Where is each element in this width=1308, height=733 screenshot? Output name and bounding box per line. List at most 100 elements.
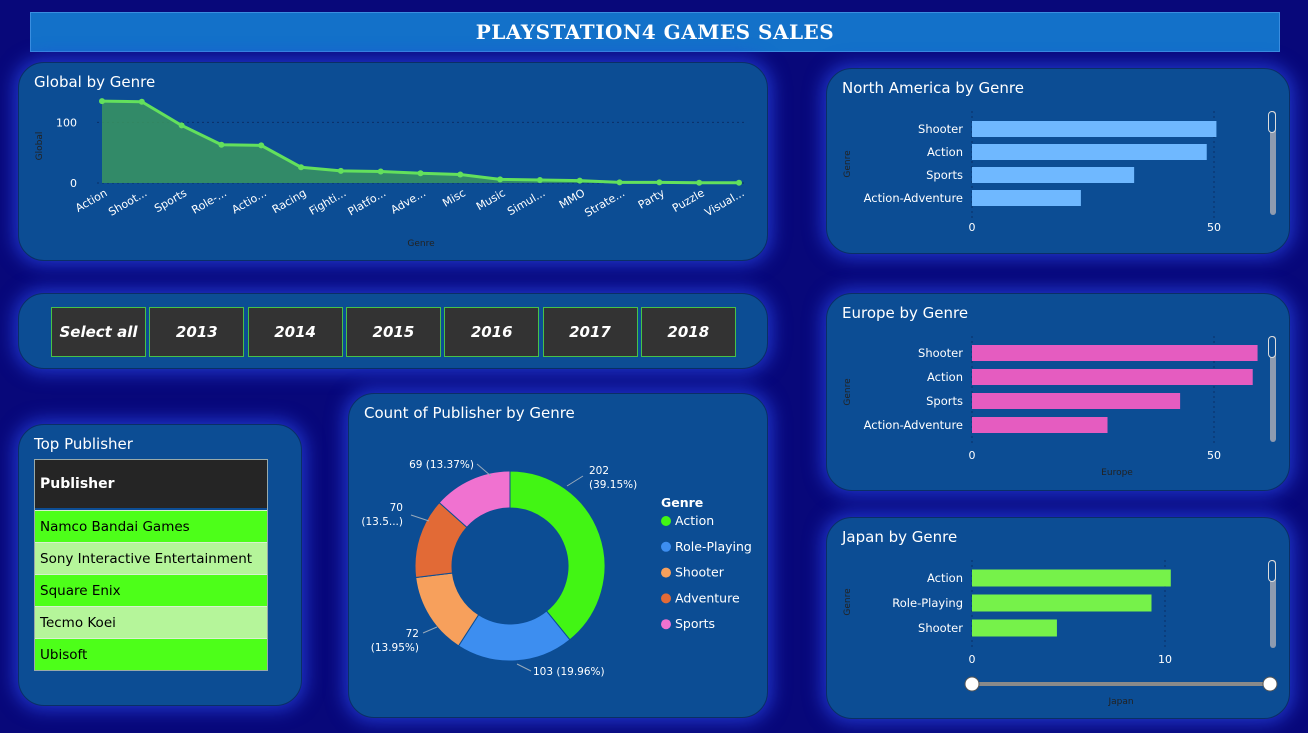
x-tick-label: 0 [969,449,976,462]
jp-scrollbar[interactable] [1268,560,1276,648]
data-point[interactable] [656,179,663,186]
bar[interactable] [972,190,1081,206]
slicer-year-button[interactable]: 2018 [640,307,736,357]
data-point[interactable] [457,171,464,178]
leader-line [410,514,430,522]
publisher-column-header[interactable]: Publisher [35,460,267,510]
slicer-year-button[interactable]: 2014 [247,307,343,357]
data-point[interactable] [576,177,583,184]
publisher-genre-donut-chart[interactable]: 202 (39.15%) 103 (19.96%) 72 (13.95%) 70 (13.5… [349,394,767,717]
eu-scroll-thumb[interactable] [1268,336,1276,358]
table-row[interactable]: Namco Bandai Games [35,510,267,542]
slicer-year-button[interactable]: 2017 [542,307,638,357]
x-axis-label: Japan [1107,697,1133,707]
legend-marker[interactable] [661,516,671,526]
top-publisher-card: Top Publisher Publisher Namco Bandai Gam… [18,424,302,706]
data-point[interactable] [736,179,742,186]
x-tick-label: Role-... [189,186,229,216]
table-row[interactable]: Tecmo Koei [35,606,267,638]
publisher-genre-donut-card[interactable]: Count of Publisher by Genre 202 (39.15%) 1… [348,393,768,718]
slicer-year-button[interactable]: 2013 [149,307,245,357]
europe-card[interactable]: Europe by Genre 0 50 Shooter Action Sports Ac… [826,293,1290,491]
legend-item[interactable]: Adventure [675,590,740,605]
data-point[interactable] [616,179,623,186]
x-tick-label: Visual... [702,186,746,219]
leader-line [566,475,584,487]
bar[interactable] [972,144,1207,160]
y-tick-label: Shooter [918,621,963,635]
eu-bar-chart[interactable]: 0 50 Shooter Action Sports Action-Adventure Ge… [827,294,1289,490]
y-axis-label: Genre [843,150,853,178]
data-point[interactable] [218,141,225,148]
global-area-chart[interactable]: 100 0 Global ActionShoot... Sports Role-... Ac… [19,63,767,260]
legend-item[interactable]: Action [675,513,714,528]
y-tick-label: Role-Playing [892,596,963,610]
x-tick-label: Actio... [230,186,269,216]
x-tick-label: Strate... [582,186,627,219]
eu-scrollbar[interactable] [1268,336,1276,442]
japan-card[interactable]: Japan by Genre 0 10 Action Role-Playing Shoo… [826,517,1290,719]
bar[interactable] [972,417,1108,433]
data-point[interactable] [696,179,703,186]
table-row[interactable]: Ubisoft [35,638,267,670]
slicer-select-all-button[interactable]: Select all [51,307,146,357]
x-tick-label: Fighti... [307,186,348,217]
data-point[interactable] [417,170,424,177]
data-point[interactable] [536,176,543,183]
data-point[interactable] [497,176,504,183]
bar[interactable] [972,569,1171,587]
slicer-year-button[interactable]: 2016 [444,307,540,357]
x-tick-label: Puzzle [670,186,707,215]
x-tick-label: 0 [969,221,976,234]
y-tick-label: Action [927,571,963,585]
global-by-genre-card[interactable]: Global by Genre 100 0 Global Action Shoot...… [18,62,768,261]
table-row[interactable]: Square Enix [35,574,267,606]
range-slider-min-handle[interactable] [964,676,980,692]
na-bar-chart[interactable]: 0 50 Shooter Action Sports Action-Adventure Ge… [827,69,1289,253]
leader-line [422,626,438,634]
data-point[interactable] [99,98,105,105]
donut-slice[interactable] [509,470,606,641]
legend-marker[interactable] [661,593,671,604]
bar[interactable] [972,594,1152,612]
na-scrollbar[interactable] [1268,111,1276,215]
bar[interactable] [972,619,1057,637]
y-tick-label: Action [927,370,963,384]
legend-item[interactable]: Shooter [675,565,725,580]
jp-bar-chart[interactable]: 0 10 Action Role-Playing Shooter Genre Japan [827,518,1289,718]
bar[interactable] [972,167,1135,183]
data-point[interactable] [377,168,384,175]
data-label: 72 (13.95%) [371,628,419,654]
x-axis-label: Europe [1101,468,1133,478]
x-axis-label: Genre [407,239,435,249]
bar[interactable] [972,121,1217,137]
data-point[interactable] [258,142,265,149]
bar[interactable] [972,345,1258,361]
y-tick-label: Shooter [918,122,963,136]
legend-marker[interactable] [661,567,671,578]
jp-scroll-thumb[interactable] [1268,560,1276,582]
legend-item[interactable]: Sports [675,616,715,631]
y-tick-label: Action-Adventure [864,191,963,205]
data-point[interactable] [337,167,344,174]
range-slider-max-handle[interactable] [1262,676,1278,692]
x-tick-label: Music [474,186,508,213]
north-america-card[interactable]: North America by Genre 0 50 Shooter Action S… [826,68,1290,254]
data-point[interactable] [138,98,145,105]
legend-item[interactable]: Role-Playing [675,539,752,554]
y-axis-label: Genre [843,378,853,406]
y-tick-label: Action [927,145,963,159]
bar[interactable] [972,369,1253,385]
slicer-year-button[interactable]: 2015 [345,307,441,357]
data-label: 202 (39.15%) [589,465,637,491]
top-publisher-title: Top Publisher [34,435,133,453]
data-point[interactable] [178,122,185,129]
data-label: 69 (13.37%) [409,459,474,471]
legend-marker[interactable] [661,541,671,552]
na-scroll-thumb[interactable] [1268,111,1276,133]
table-row[interactable]: Sony Interactive Entertainment [35,542,267,574]
bar[interactable] [972,393,1181,409]
data-point[interactable] [298,164,305,171]
data-label: 70 (13.5...) [361,502,403,528]
legend-marker[interactable] [661,619,671,630]
